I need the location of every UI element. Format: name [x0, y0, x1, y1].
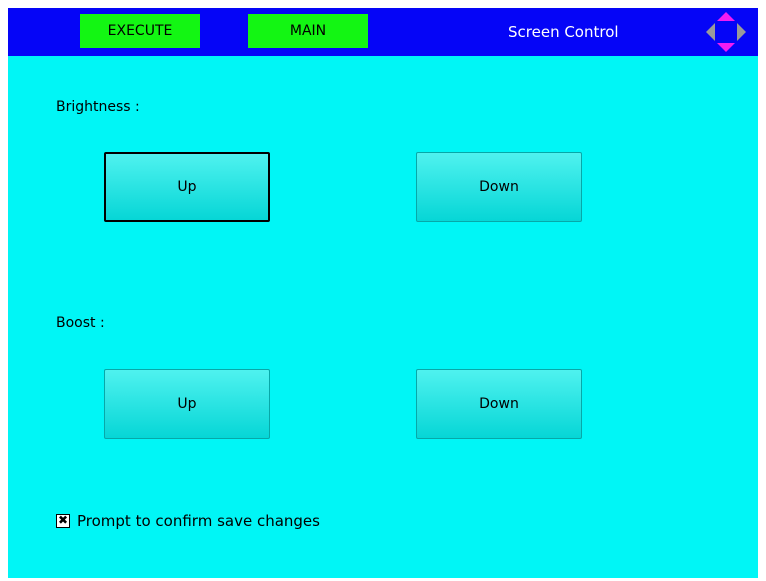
brightness-label: Brightness : — [56, 99, 140, 115]
confirm-save-label[interactable]: Prompt to confirm save changes — [77, 512, 320, 530]
checkbox-mark-icon: ✖ — [57, 513, 69, 527]
confirm-save-checkbox[interactable]: ✖ — [56, 513, 70, 528]
brightness-up-button[interactable]: Up — [104, 152, 270, 222]
boost-up-button[interactable]: Up — [104, 369, 270, 439]
boost-down-button[interactable]: Down — [416, 369, 582, 439]
dpad-arrows-icon[interactable] — [704, 10, 748, 54]
top-bar: EXECUTE MAIN Screen Control — [8, 8, 758, 56]
execute-button[interactable]: EXECUTE — [80, 14, 200, 48]
page-title: Screen Control — [508, 23, 619, 41]
main-button[interactable]: MAIN — [248, 14, 368, 48]
boost-label: Boost : — [56, 315, 105, 331]
screen-control-panel: EXECUTE MAIN Screen Control Brightness :… — [8, 8, 758, 578]
brightness-down-button[interactable]: Down — [416, 152, 582, 222]
confirm-save-option: ✖ Prompt to confirm save changes — [56, 511, 320, 531]
